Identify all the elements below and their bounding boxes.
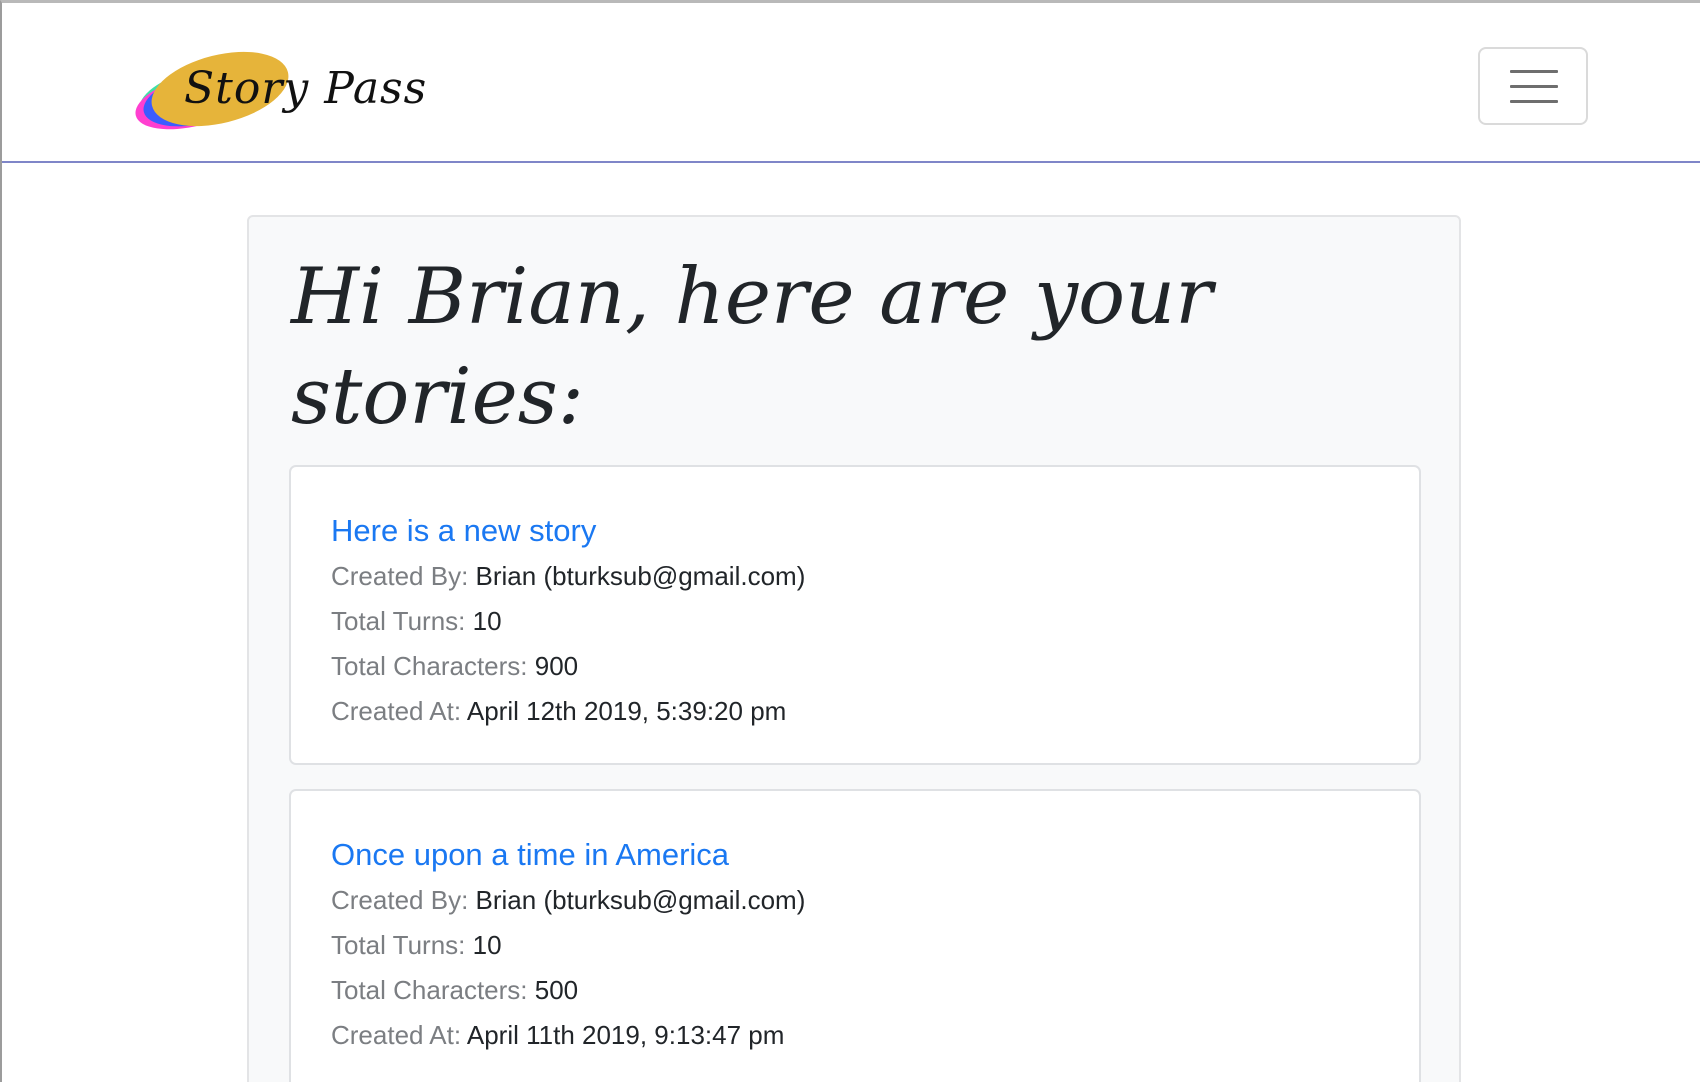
total-characters-value: 900 — [534, 651, 579, 681]
created-at-value: April 11th 2019, 9:13:47 pm — [466, 1020, 785, 1050]
created-by-row: Created By: Brian (bturksub@gmail.com) — [331, 885, 805, 916]
brand-logo[interactable]: Story Pass — [130, 39, 450, 139]
total-turns-row: Total Turns: 10 — [331, 606, 502, 637]
created-at-row: Created At: April 11th 2019, 9:13:47 pm — [331, 1020, 784, 1051]
stories-container: Hi Brian, here are your stories: Here is… — [247, 215, 1461, 1082]
hamburger-menu-icon — [1510, 70, 1558, 73]
total-turns-label: Total Turns: — [331, 930, 466, 960]
brand-name: Story Pass — [184, 63, 428, 114]
hamburger-menu-icon — [1510, 100, 1558, 103]
created-by-row: Created By: Brian (bturksub@gmail.com) — [331, 561, 805, 592]
story-title-link[interactable]: Here is a new story — [331, 513, 596, 549]
total-turns-value: 10 — [472, 606, 502, 636]
created-by-label: Created By: — [331, 885, 469, 915]
total-characters-row: Total Characters: 500 — [331, 975, 578, 1006]
total-turns-row: Total Turns: 10 — [331, 930, 502, 961]
navbar: Story Pass — [2, 3, 1700, 163]
created-by-label: Created By: — [331, 561, 469, 591]
story-title-link[interactable]: Once upon a time in America — [331, 837, 729, 873]
page-title: Hi Brian, here are your stories: — [291, 252, 1213, 442]
total-characters-row: Total Characters: 900 — [331, 651, 578, 682]
created-at-label: Created At: — [331, 1020, 462, 1050]
story-card: Here is a new story Created By: Brian (b… — [289, 465, 1421, 765]
created-by-value: Brian (bturksub@gmail.com) — [475, 561, 806, 591]
total-characters-label: Total Characters: — [331, 651, 528, 681]
story-card: Once upon a time in America Created By: … — [289, 789, 1421, 1082]
total-turns-label: Total Turns: — [331, 606, 466, 636]
hamburger-menu-icon — [1510, 85, 1558, 88]
created-at-value: April 12th 2019, 5:39:20 pm — [466, 696, 787, 726]
created-by-value: Brian (bturksub@gmail.com) — [475, 885, 806, 915]
total-turns-value: 10 — [472, 930, 502, 960]
browser-window: Story Pass Hi Brian, here are your stori… — [0, 0, 1700, 1082]
created-at-label: Created At: — [331, 696, 462, 726]
total-characters-value: 500 — [534, 975, 579, 1005]
navbar-toggle-button[interactable] — [1478, 47, 1588, 125]
total-characters-label: Total Characters: — [331, 975, 528, 1005]
created-at-row: Created At: April 12th 2019, 5:39:20 pm — [331, 696, 786, 727]
